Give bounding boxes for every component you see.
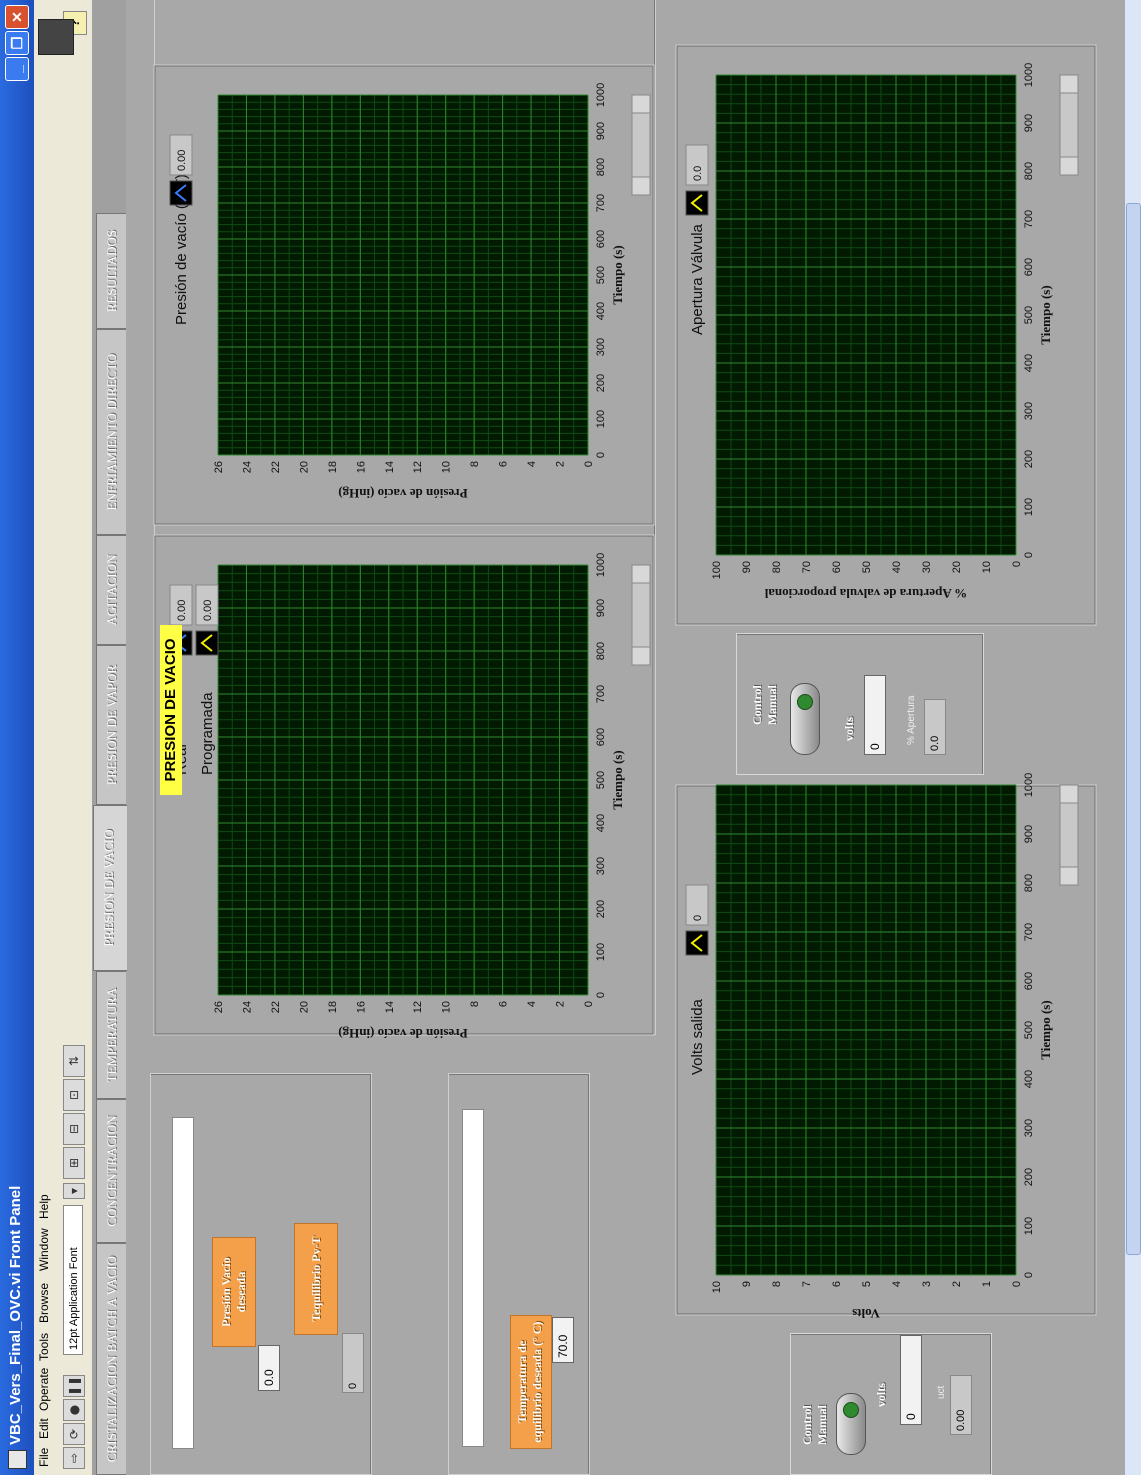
graph4-xtick: 200 xyxy=(1023,450,1035,468)
graph4-ytick: 100 xyxy=(711,561,723,579)
control-manual-label-2: Control Manual xyxy=(750,685,779,726)
graph4-xlabel: Tiempo (s) xyxy=(1038,285,1053,344)
graph4-xtick: 900 xyxy=(1023,114,1035,132)
control-manual-toggle-2[interactable] xyxy=(790,683,820,755)
graph4-ytick: 10 xyxy=(981,561,993,573)
volts-input-2[interactable]: 0 xyxy=(864,675,886,755)
graph4-scroll-left-icon[interactable] xyxy=(1059,156,1079,176)
graph4-xtick: 600 xyxy=(1023,258,1035,276)
graph4-xtick: 700 xyxy=(1023,210,1035,228)
graph4-xtick: 100 xyxy=(1023,498,1035,516)
uct-indicator: 0.00 xyxy=(950,1375,972,1435)
graph4-legend-value: 0.0 xyxy=(692,166,704,181)
graph4-ytick: 0 xyxy=(1011,561,1023,567)
graph4-xtick: 400 xyxy=(1023,354,1035,372)
volts-label-2: volts xyxy=(842,717,856,741)
graph4-scroll-right-icon[interactable] xyxy=(1059,74,1079,94)
front-panel-window: VBC_Vers_Final_OVC.vi Front Panel _ ❐ ✕ … xyxy=(0,0,1141,1475)
pct-apertura-indicator: 0.0 xyxy=(924,699,946,755)
graph4-ytick: 60 xyxy=(831,561,843,573)
volts-input-1[interactable]: 0 xyxy=(900,1335,922,1425)
graph4-ylabel: % Apertura de valvula proporcional xyxy=(764,586,967,601)
graph4-ytick: 50 xyxy=(861,561,873,573)
graph4-ytick: 20 xyxy=(951,561,963,573)
graph4-xtick: 800 xyxy=(1023,162,1035,180)
graph4-xtick: 1000 xyxy=(1023,63,1035,87)
graph4-xtick: 0 xyxy=(1023,552,1035,558)
graph4-ytick: 90 xyxy=(741,561,753,573)
control-manual-toggle-1[interactable] xyxy=(836,1393,866,1455)
toggle-knob-icon xyxy=(843,1402,859,1418)
uct-label: uct xyxy=(936,1385,947,1399)
control-manual-label-1: Control Manual xyxy=(800,1405,829,1446)
graph4-ytick: 70 xyxy=(801,561,813,573)
graph4-ytick: 40 xyxy=(891,561,903,573)
graph4-ytick: 80 xyxy=(771,561,783,573)
graph4-ytick: 30 xyxy=(921,561,933,573)
toggle-knob-icon xyxy=(797,694,813,710)
graph4-xtick: 300 xyxy=(1023,402,1035,420)
volts-label-1: volts xyxy=(874,1383,888,1407)
graph4-legend-swatch[interactable] xyxy=(685,190,709,216)
pct-apertura-label: % Apertura xyxy=(906,695,917,745)
graph4-xtick: 500 xyxy=(1023,306,1035,324)
graph4-legend-name: Apertura Válvula xyxy=(689,223,706,335)
